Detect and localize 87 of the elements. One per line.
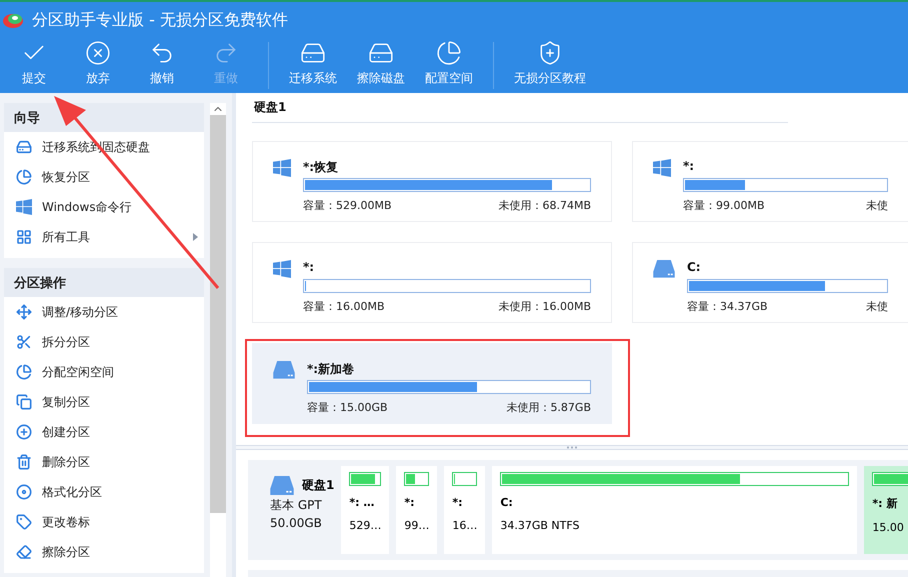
partition-card[interactable]: *: 容量：16.00MB 未使用：16.00MB <box>252 242 612 323</box>
pie-chart-icon <box>16 169 32 185</box>
partition-name: *:恢复 <box>303 159 340 175</box>
sidebar-item[interactable]: 格式化分区 <box>4 477 204 507</box>
drive-icon <box>653 260 675 278</box>
section-header: 分区操作 <box>4 268 204 297</box>
trash-icon <box>16 454 32 470</box>
partition-info: 16… <box>452 519 478 532</box>
disc-icon <box>16 484 32 500</box>
partition-card[interactable]: *: 容量：99.00MB 未使 <box>632 141 908 222</box>
toolbar-button[interactable]: 迁移系统 <box>279 38 347 93</box>
partition-name: *: 新 <box>872 496 898 511</box>
partition-name: C: <box>687 260 702 276</box>
disk-size: 50.00GB <box>270 516 323 530</box>
windows-icon <box>16 199 32 215</box>
drive-icon <box>16 139 32 155</box>
sidebar-item[interactable]: 分配空闲空间 <box>4 357 204 387</box>
disk-title: 硬盘1 <box>252 99 788 123</box>
partition-name: *: <box>452 496 464 509</box>
sidebar-item[interactable]: 更改卷标 <box>4 507 204 537</box>
partition-card[interactable]: C: 容量：34.37GB 未使 <box>632 242 908 323</box>
partition-info: 34.37GB NTFS <box>500 519 580 532</box>
grid-icon <box>16 229 32 245</box>
disk-type: 基本 GPT <box>270 497 323 514</box>
plus-icon <box>16 424 32 440</box>
move-icon <box>16 304 32 320</box>
grip-icon <box>566 446 578 449</box>
app-logo-icon <box>2 11 24 29</box>
scrollbar[interactable] <box>210 103 226 577</box>
partition-name: *: <box>303 260 316 276</box>
unused-text: 未使 <box>866 299 888 314</box>
partition-card[interactable]: *:恢复 容量：529.00MB 未使用：68.74MB <box>252 141 612 222</box>
drive-icon <box>270 476 294 496</box>
sidebar-item[interactable]: 调整/移动分区 <box>4 297 204 327</box>
sidebar-item[interactable]: 擦除分区 <box>4 537 204 567</box>
eraser-icon <box>16 544 32 560</box>
sidebar-item[interactable]: 创建分区 <box>4 417 204 447</box>
partition-name: *:新加卷 <box>307 361 356 377</box>
toolbar-button[interactable]: 撤销 <box>130 38 194 93</box>
sidebar-item[interactable]: 拆分分区 <box>4 327 204 357</box>
partition-block[interactable]: *: 新 15.00 <box>864 466 908 554</box>
toolbar-button[interactable]: 放弃 <box>66 38 130 93</box>
partition-name: C: <box>500 496 514 509</box>
pie-chart-icon <box>436 40 462 66</box>
partition-name: *: <box>404 496 416 509</box>
partition-card[interactable]: *:新加卷 容量：15.00GB 未使用：5.87GB <box>252 343 612 424</box>
unused-text: 未使用：5.87GB <box>506 400 591 415</box>
capacity-text: 容量：529.00MB <box>303 198 392 213</box>
pie-chart-icon <box>16 364 32 380</box>
toolbar-button[interactable]: 提交 <box>2 38 66 93</box>
partition-block[interactable]: *: 16… <box>444 466 486 554</box>
unused-text: 未使用：16.00MB <box>498 299 591 314</box>
sidebar-item[interactable]: 删除分区 <box>4 447 204 477</box>
sidebar-item[interactable]: 复制分区 <box>4 387 204 417</box>
toolbar-button[interactable]: 擦除磁盘 <box>347 38 415 93</box>
windows-icon <box>273 260 291 278</box>
disk-name: 硬盘1 <box>302 477 334 494</box>
sidebar-item[interactable]: Windows命令行 <box>4 192 204 222</box>
unused-text: 未使 <box>866 198 888 213</box>
cancel-icon <box>85 40 111 66</box>
unused-text: 未使用：68.74MB <box>498 198 591 213</box>
sidebar-item[interactable]: 恢复分区 <box>4 162 204 192</box>
copy-icon <box>16 394 32 410</box>
toolbar-button[interactable]: 配置空间 <box>415 38 483 93</box>
partition-info: 99… <box>404 519 430 532</box>
capacity-text: 容量：99.00MB <box>683 198 765 213</box>
partition-info: 15.00 <box>872 521 905 534</box>
partition-block[interactable]: *: … 529… <box>341 466 390 554</box>
scissors-icon <box>16 334 32 350</box>
partition-name: *: <box>683 159 696 175</box>
partition-info: 529… <box>349 519 382 532</box>
toolbar-button[interactable]: 无损分区教程 <box>504 38 596 93</box>
windows-icon <box>273 159 291 177</box>
splitter[interactable] <box>236 445 908 450</box>
partition-name: *: … <box>349 496 376 509</box>
partition-block[interactable]: C: 34.37GB NTFS <box>492 466 858 554</box>
sidebar-item[interactable]: 所有工具 <box>4 222 204 252</box>
window-title: 分区助手专业版 - 无损分区免费软件 <box>32 10 288 30</box>
tag-icon <box>16 514 32 530</box>
scrollbar-thumb[interactable] <box>210 115 226 513</box>
capacity-text: 容量：15.00GB <box>307 400 388 415</box>
drive-icon <box>273 361 295 379</box>
partition-block[interactable]: *: 99… <box>396 466 438 554</box>
capacity-text: 容量：34.37GB <box>687 299 768 314</box>
section-header: 向导 <box>4 103 204 132</box>
windows-icon <box>653 159 671 177</box>
capacity-text: 容量：16.00MB <box>303 299 385 314</box>
